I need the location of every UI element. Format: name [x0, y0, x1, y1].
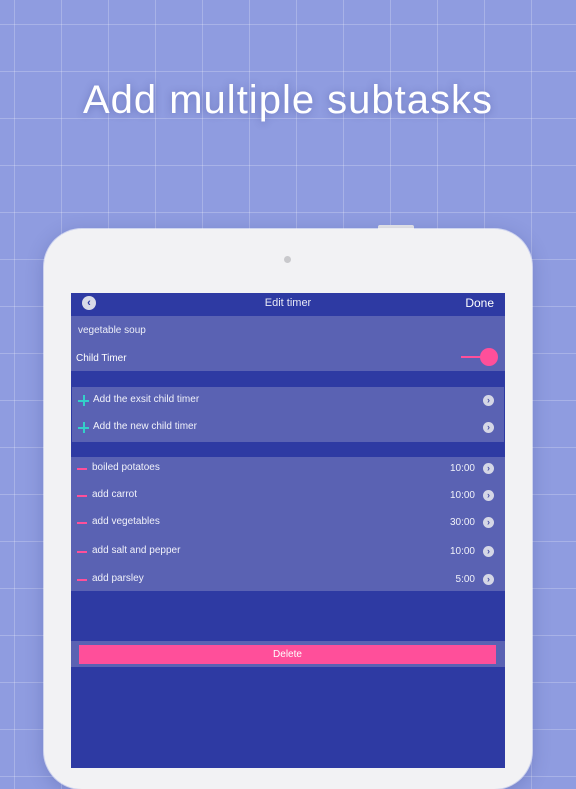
add-child-section: Add the exsit child timer › Add the new …: [72, 387, 504, 442]
subtask-label: boiled potatoes: [92, 462, 160, 473]
subtask-label: add salt and pepper: [92, 545, 181, 556]
subtask-time: 5:00: [455, 574, 475, 585]
delete-section: Delete: [71, 641, 505, 667]
plus-icon: [78, 395, 89, 406]
chevron-right-icon[interactable]: ›: [483, 395, 494, 406]
child-timer-toggle[interactable]: [480, 348, 498, 366]
timer-info-section: vegetable soup Child Timer: [71, 316, 505, 371]
subtask-label: add vegetables: [92, 516, 160, 527]
chevron-right-icon[interactable]: ›: [483, 546, 494, 557]
add-new-child-row[interactable]: Add the new child timer ›: [72, 418, 505, 438]
subtask-time: 10:00: [449, 490, 475, 501]
subtask-time: 10:00: [449, 463, 475, 474]
add-option-label: Add the exsit child timer: [93, 394, 200, 405]
subtask-row[interactable]: add vegetables 30:00 ›: [71, 513, 505, 533]
app-screen: ‹ Edit timer Done vegetable soup Child T…: [71, 293, 505, 768]
subtask-row[interactable]: add carrot 10:00 ›: [71, 486, 505, 506]
minus-icon[interactable]: [77, 522, 87, 524]
subtask-time: 10:00: [449, 546, 475, 557]
minus-icon[interactable]: [77, 468, 87, 470]
subtask-row[interactable]: add salt and pepper 10:00 ›: [71, 542, 505, 562]
subtask-list: boiled potatoes 10:00 › add carrot 10:00…: [71, 457, 505, 591]
chevron-right-icon[interactable]: ›: [483, 422, 494, 433]
minus-icon[interactable]: [77, 551, 87, 553]
subtask-label: add parsley: [92, 573, 144, 584]
chevron-right-icon[interactable]: ›: [483, 517, 494, 528]
subtask-row[interactable]: boiled potatoes 10:00 ›: [71, 459, 505, 479]
child-timer-label: Child Timer: [76, 353, 127, 364]
delete-button[interactable]: Delete: [79, 645, 496, 664]
nav-title: Edit timer: [264, 297, 312, 309]
subtask-time: 30:00: [449, 517, 475, 528]
add-option-label: Add the new child timer: [93, 421, 197, 432]
done-button[interactable]: Done: [465, 296, 494, 310]
chevron-right-icon[interactable]: ›: [483, 574, 494, 585]
chevron-right-icon[interactable]: ›: [483, 490, 494, 501]
plus-icon: [78, 422, 89, 433]
minus-icon[interactable]: [77, 495, 87, 497]
minus-icon[interactable]: [77, 579, 87, 581]
chevron-right-icon[interactable]: ›: [483, 463, 494, 474]
subtask-label: add carrot: [92, 489, 138, 500]
add-existing-child-row[interactable]: Add the exsit child timer ›: [72, 391, 505, 411]
tablet-camera: [284, 256, 291, 263]
subtask-row[interactable]: add parsley 5:00 ›: [71, 570, 505, 590]
nav-bar: ‹ Edit timer Done: [71, 293, 505, 316]
timer-name-field[interactable]: vegetable soup: [78, 325, 146, 336]
promo-headline: Add multiple subtasks: [82, 78, 494, 122]
